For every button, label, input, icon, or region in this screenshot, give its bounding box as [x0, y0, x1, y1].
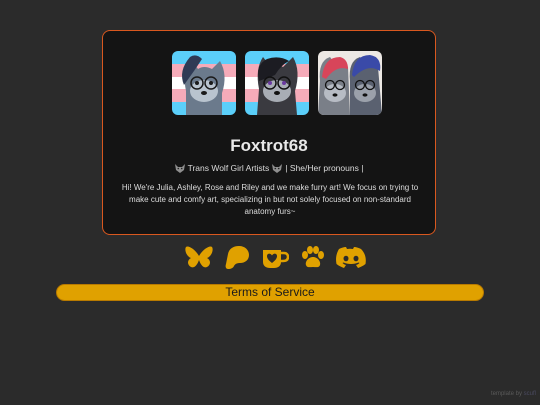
avatar-ashley[interactable] — [245, 51, 309, 115]
tagline-identity: Trans Wolf Girl Artists — [187, 163, 270, 173]
wolf-pair-avatar-icon — [318, 51, 382, 115]
wolf-face-icon — [174, 163, 185, 173]
social-links — [184, 243, 366, 273]
tagline: Trans Wolf Girl Artists | She/Her pronou… — [103, 163, 435, 173]
page: Foxtrot68 Trans Wolf Girl Artists | She/… — [0, 0, 540, 405]
paw-blob-icon — [225, 246, 249, 269]
kofi-link[interactable] — [260, 243, 290, 273]
mug-heart-icon — [263, 250, 289, 268]
template-credit: template by scufl — [491, 391, 536, 397]
avatar-row — [172, 51, 382, 115]
profile-name: Foxtrot68 — [230, 136, 308, 155]
wolf-avatar-icon — [245, 51, 309, 115]
template-credit-link[interactable]: scufl — [524, 391, 536, 397]
furaffinity-link[interactable] — [298, 243, 328, 273]
profile-card: Foxtrot68 Trans Wolf Girl Artists | She/… — [102, 30, 436, 235]
avatar-julia[interactable] — [172, 51, 236, 115]
tagline-pronouns: | She/Her pronouns | — [285, 163, 364, 173]
avatar-rose-riley[interactable] — [318, 51, 382, 115]
wolf-avatar-icon — [172, 51, 236, 115]
bluesky-link[interactable] — [184, 243, 214, 273]
paw-icon — [302, 246, 324, 268]
wolf-face-icon — [272, 163, 283, 173]
discord-icon — [336, 247, 366, 268]
terms-of-service-button[interactable]: Terms of Service — [56, 284, 484, 301]
profile-bio: Hi! We're Julia, Ashley, Rose and Riley … — [121, 183, 419, 216]
discord-link[interactable] — [336, 243, 366, 273]
butterfly-icon — [185, 246, 213, 268]
template-credit-prefix: template by — [490, 391, 522, 397]
patreon-link[interactable] — [222, 243, 252, 273]
